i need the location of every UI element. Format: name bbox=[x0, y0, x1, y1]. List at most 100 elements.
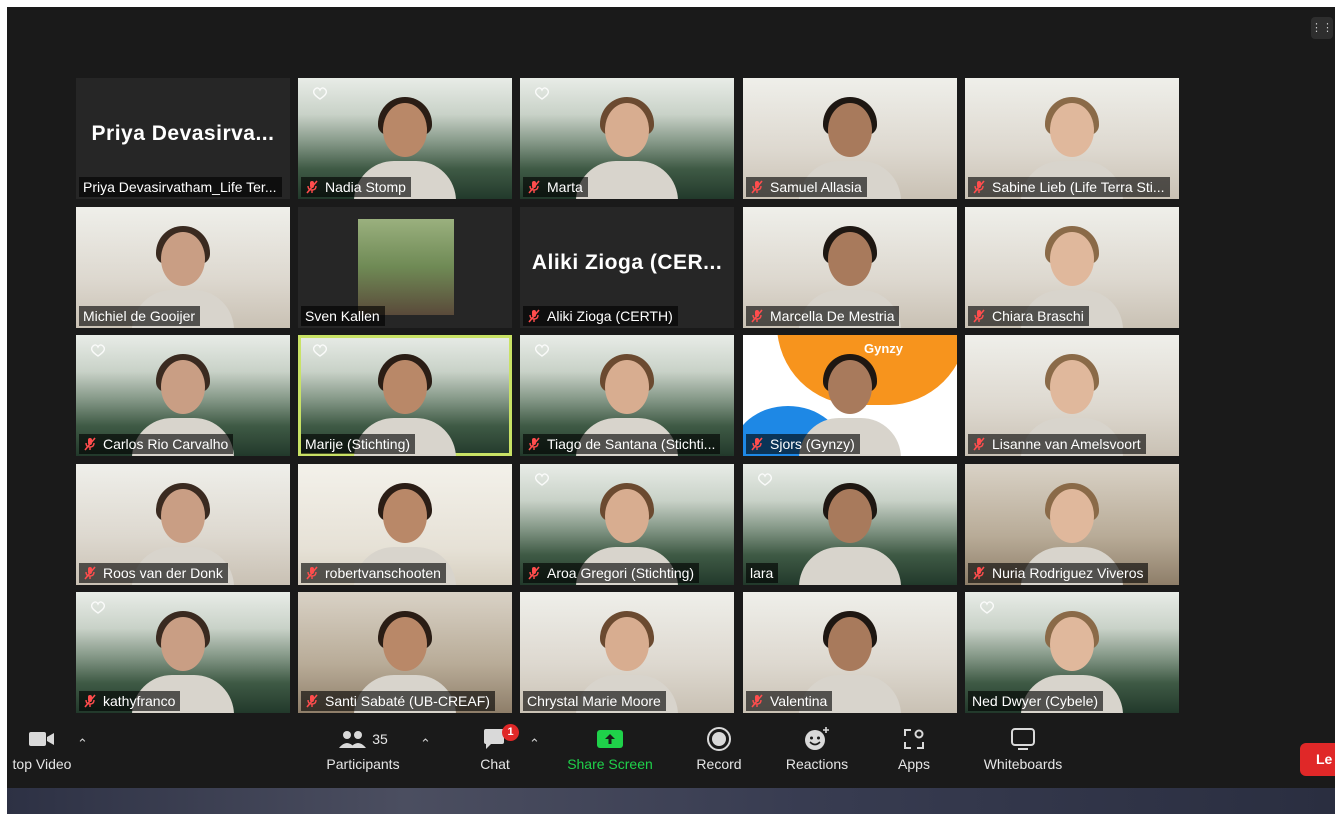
participant-name: Tiago de Santana (Stichti... bbox=[547, 436, 716, 452]
person-face bbox=[1050, 360, 1094, 414]
participant-tile[interactable]: Nadia Stomp bbox=[298, 78, 512, 199]
person-shoulders bbox=[576, 161, 678, 199]
participant-name-label: Priya Devasirvatham_Life Ter... bbox=[79, 177, 282, 197]
muted-mic-icon bbox=[972, 437, 986, 451]
participant-tile[interactable]: lara bbox=[743, 464, 957, 585]
participant-tile[interactable]: Marcella De Mestria bbox=[743, 207, 957, 328]
person-face bbox=[161, 617, 205, 671]
person-face bbox=[828, 103, 872, 157]
muted-mic-icon bbox=[750, 309, 764, 323]
video-camera-icon bbox=[27, 722, 57, 756]
person-face bbox=[1050, 103, 1094, 157]
participant-tile[interactable]: Samuel Allasia bbox=[743, 78, 957, 199]
participant-name: Roos van der Donk bbox=[103, 565, 223, 581]
participant-tile[interactable]: Santi Sabaté (UB-CREAF) bbox=[298, 592, 512, 713]
participant-tile[interactable]: Roos van der Donk bbox=[76, 464, 290, 585]
participant-tile[interactable]: Michiel de Gooijer bbox=[76, 207, 290, 328]
muted-mic-icon bbox=[750, 437, 764, 451]
participant-name-label: Sven Kallen bbox=[301, 306, 385, 326]
muted-mic-icon bbox=[83, 437, 97, 451]
participant-name: Michiel de Gooijer bbox=[83, 308, 196, 324]
participant-tile[interactable]: Valentina bbox=[743, 592, 957, 713]
participant-tile[interactable]: Sabine Lieb (Life Terra Sti... bbox=[965, 78, 1179, 199]
muted-mic-icon bbox=[750, 180, 764, 194]
participant-tile[interactable]: kathyfranco bbox=[76, 592, 290, 713]
view-grid-icon[interactable]: ⋮⋮ bbox=[1311, 17, 1333, 39]
share-screen-button[interactable]: Share Screen bbox=[560, 722, 660, 788]
participant-display-name: Priya Devasirva... bbox=[91, 122, 275, 145]
whiteboards-label: Whiteboards bbox=[983, 756, 1063, 772]
muted-mic-icon bbox=[527, 437, 541, 451]
record-button[interactable]: Record bbox=[687, 722, 751, 788]
participants-button[interactable]: 35 Participants bbox=[318, 722, 408, 788]
person-face bbox=[1050, 232, 1094, 286]
participant-tile[interactable]: Marije (Stichting) bbox=[298, 335, 512, 456]
chat-unread-badge: 1 bbox=[502, 724, 519, 741]
reactions-button[interactable]: Reactions bbox=[777, 722, 857, 788]
participant-tile[interactable]: Aroa Gregori (Stichting) bbox=[520, 464, 734, 585]
person-face bbox=[161, 489, 205, 543]
participant-name: Carlos Rio Carvalho bbox=[103, 436, 229, 452]
life-terra-logo-icon bbox=[756, 472, 776, 492]
participant-name: Chiara Braschi bbox=[992, 308, 1084, 324]
participant-gallery: Priya Devasirva... Priya Devasirvatham_Li… bbox=[76, 78, 1182, 714]
desktop-wallpaper-strip bbox=[7, 788, 1335, 814]
leave-button[interactable]: Le bbox=[1300, 743, 1335, 776]
whiteboard-icon bbox=[1010, 722, 1036, 756]
participant-name-label: Valentina bbox=[746, 691, 833, 711]
participant-tile[interactable]: robertvanschooten bbox=[298, 464, 512, 585]
chat-options-chevron-icon[interactable]: ⌃ bbox=[529, 736, 540, 752]
muted-mic-icon bbox=[972, 566, 986, 580]
participant-name: Nadia Stomp bbox=[325, 179, 406, 195]
participant-name: Sabine Lieb (Life Terra Sti... bbox=[992, 179, 1165, 195]
participants-options-chevron-icon[interactable]: ⌃ bbox=[420, 736, 431, 752]
chat-icon: 1 bbox=[482, 722, 519, 756]
person-face bbox=[383, 360, 427, 414]
person-face bbox=[828, 617, 872, 671]
participant-tile[interactable]: Chiara Braschi bbox=[965, 207, 1179, 328]
participant-name: Marcella De Mestria bbox=[770, 308, 895, 324]
chat-button[interactable]: 1 Chat bbox=[465, 722, 525, 788]
participant-tile[interactable]: Nuria Rodriguez Viveros bbox=[965, 464, 1179, 585]
participant-tile[interactable]: Ned Dwyer (Cybele) bbox=[965, 592, 1179, 713]
participant-tile[interactable]: Gynzy Sjors (Gynzy) bbox=[743, 335, 957, 456]
participant-name-label: kathyfranco bbox=[79, 691, 181, 711]
participant-name-label: Aliki Zioga (CERTH) bbox=[523, 306, 678, 326]
participant-name-label: Lisanne van Amelsvoort bbox=[968, 434, 1146, 454]
muted-mic-icon bbox=[83, 566, 97, 580]
person-face bbox=[1050, 617, 1094, 671]
participant-tile[interactable]: Chrystal Marie Moore bbox=[520, 592, 734, 713]
participant-name-label: Marcella De Mestria bbox=[746, 306, 900, 326]
participant-tile[interactable]: Marta bbox=[520, 78, 734, 199]
participant-name-label: Tiago de Santana (Stichti... bbox=[523, 434, 721, 454]
participant-tile[interactable]: Sven Kallen bbox=[298, 207, 512, 328]
stop-video-button[interactable]: top Video bbox=[7, 722, 77, 788]
participant-tile[interactable]: Tiago de Santana (Stichti... bbox=[520, 335, 734, 456]
participant-name-label: Nuria Rodriguez Viveros bbox=[968, 563, 1149, 583]
person-face bbox=[1050, 489, 1094, 543]
video-options-chevron-icon[interactable]: ⌃ bbox=[77, 736, 88, 752]
participant-name-label: Michiel de Gooijer bbox=[79, 306, 201, 326]
apps-button[interactable]: Apps bbox=[884, 722, 944, 788]
participant-tile[interactable]: Priya Devasirva... Priya Devasirvatham_Li… bbox=[76, 78, 290, 199]
participant-name-label: Marije (Stichting) bbox=[301, 434, 416, 454]
person-face bbox=[605, 617, 649, 671]
participant-name: lara bbox=[750, 565, 774, 581]
reactions-smiley-icon bbox=[803, 722, 831, 756]
participant-tile[interactable]: Aliki Zioga (CER... Aliki Zioga (CERTH) bbox=[520, 207, 734, 328]
record-label: Record bbox=[696, 756, 742, 772]
reactions-label: Reactions bbox=[785, 756, 849, 772]
zoom-meeting-window: ⋮⋮ Priya Devasirva... Priya Devasirvatham… bbox=[7, 7, 1335, 814]
participant-tile[interactable]: Carlos Rio Carvalho bbox=[76, 335, 290, 456]
participant-name: kathyfranco bbox=[103, 693, 176, 709]
person-face bbox=[828, 360, 872, 414]
muted-mic-icon bbox=[305, 566, 319, 580]
participant-name-label: Aroa Gregori (Stichting) bbox=[523, 563, 700, 583]
muted-mic-icon bbox=[305, 694, 319, 708]
participant-tile[interactable]: Lisanne van Amelsvoort bbox=[965, 335, 1179, 456]
muted-mic-icon bbox=[750, 694, 764, 708]
apps-label: Apps bbox=[898, 756, 930, 772]
whiteboards-button[interactable]: Whiteboards bbox=[973, 722, 1073, 788]
participant-name: Sjors (Gynzy) bbox=[770, 436, 855, 452]
apps-icon bbox=[902, 722, 926, 756]
